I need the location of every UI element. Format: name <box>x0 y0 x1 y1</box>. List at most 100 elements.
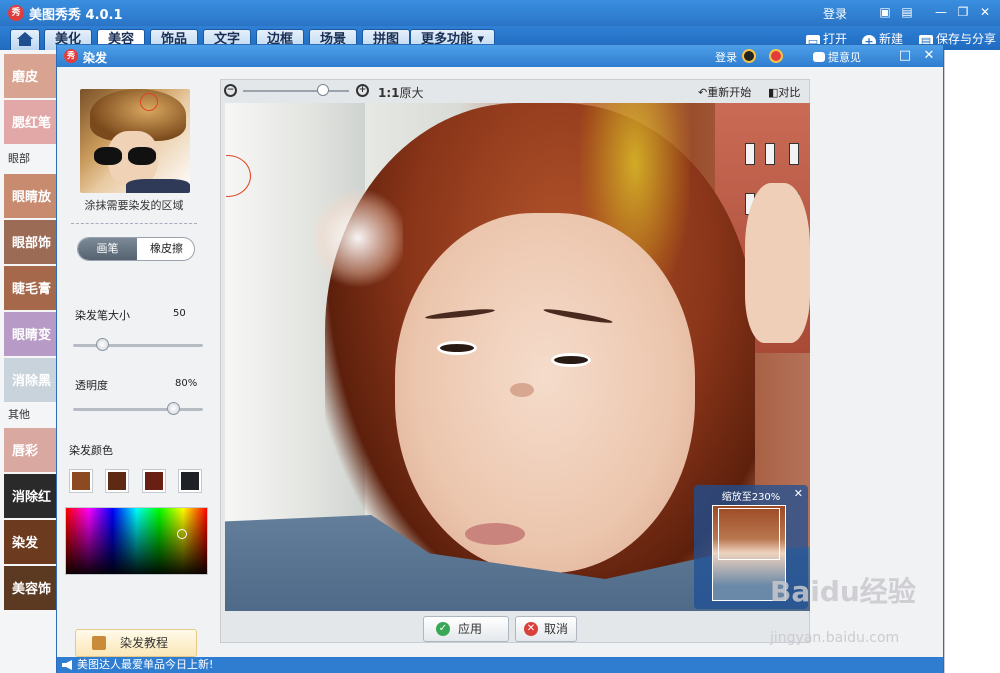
save-share-label: 保存与分享 <box>936 32 997 46</box>
compare-icon: ◧ <box>768 86 779 99</box>
color-picker-handle[interactable] <box>177 529 187 539</box>
sidebar-item-dark-circle[interactable]: 消除黑 <box>4 358 56 402</box>
hair-dye-tutorial-button[interactable]: 染发教程 <box>75 629 197 657</box>
thumb-brush-circle <box>140 93 158 111</box>
navigator-label: 缩放至230% <box>721 492 781 503</box>
photo-nose <box>510 383 534 397</box>
zoom-slider-handle[interactable] <box>317 84 329 96</box>
instruction-text: 涂抹需要染发的区域 <box>84 199 184 212</box>
swatch-fill <box>72 472 90 490</box>
color-swatch-black[interactable] <box>178 469 202 493</box>
compare-button[interactable]: ◧对比 <box>768 84 800 100</box>
sidebar-item-label: 染发 <box>12 536 39 551</box>
photo-light-glare <box>313 183 403 293</box>
undo-icon: ↶ <box>698 86 708 99</box>
dialog-close-icon[interactable]: ✕ <box>921 48 937 64</box>
zoom-in-icon[interactable]: + <box>356 84 369 97</box>
status-bar[interactable]: 美图达人最爱单品今日上新! <box>57 657 943 673</box>
brush-mode-toggle: 画笔 橡皮擦 <box>77 237 195 261</box>
home-icon[interactable] <box>10 29 40 50</box>
color-swatch-burgundy[interactable] <box>142 469 166 493</box>
swatch-fill <box>145 472 163 490</box>
zoom-slider[interactable] <box>243 84 349 96</box>
brush-cursor <box>226 155 251 197</box>
brush-size-slider[interactable] <box>73 338 203 351</box>
hair-color-label: 染发颜色 <box>69 444 113 457</box>
navigator-viewport[interactable] <box>718 508 780 560</box>
feedback-icon[interactable]: ▣ <box>876 4 894 20</box>
status-text: 美图达人最爱单品今日上新! <box>77 658 214 671</box>
color-swatch-brown[interactable] <box>69 469 93 493</box>
sidebar-item-hair-dye[interactable]: 染发 <box>4 520 56 564</box>
divider <box>71 223 197 224</box>
sidebar-item-lip-color[interactable]: 唇彩 <box>4 428 56 472</box>
reset-button[interactable]: ↶重新开始 <box>698 84 751 100</box>
sidebar-item-blush[interactable]: 腮红笔 <box>4 100 56 144</box>
brush-size-slider-handle[interactable] <box>96 338 110 351</box>
app-title: 美图秀秀 4.0.1 <box>29 8 123 23</box>
color-swatch-dark-brown[interactable] <box>105 469 129 493</box>
photo-lips <box>465 523 525 545</box>
feedback-link[interactable]: 提意见 <box>813 49 861 65</box>
app-logo: 秀 <box>8 5 24 21</box>
minimize-icon[interactable]: — <box>932 4 950 20</box>
thumb-glasses <box>94 147 156 165</box>
compare-label: 对比 <box>778 86 801 99</box>
brush-mode-button[interactable]: 画笔 <box>78 238 137 260</box>
sidebar-item-smooth-skin[interactable]: 磨皮 <box>4 54 56 98</box>
sidebar-item-eye-decor[interactable]: 眼部饰 <box>4 220 56 264</box>
chat-bubble-icon <box>813 52 825 62</box>
sidebar-item-label: 眼睛放 <box>12 190 52 205</box>
swatch-fill <box>108 472 126 490</box>
restore-icon[interactable]: ❐ <box>954 4 972 20</box>
qq-icon[interactable] <box>742 49 756 63</box>
opacity-slider-handle[interactable] <box>166 402 180 415</box>
brush-size-label: 染发笔大小 <box>75 309 130 322</box>
sidebar-item-label: 睫毛膏 <box>12 282 52 297</box>
photo-eye <box>551 353 591 367</box>
thumb-shoulder <box>126 179 190 193</box>
actual-size-label: 原大 <box>399 86 424 100</box>
opacity-value: 80% <box>175 378 198 389</box>
close-icon[interactable]: ✕ <box>976 4 994 20</box>
swatch-fill <box>181 472 199 490</box>
example-thumbnail <box>80 89 190 193</box>
canvas-toolbar: − + 1:1原大 ↶重新开始 ◧对比 <box>222 81 808 103</box>
opacity-slider[interactable] <box>73 402 203 415</box>
sidebar-item-red-eye[interactable]: 消除红 <box>4 474 56 518</box>
sidebar-item-eye-enlarge[interactable]: 眼睛放 <box>4 174 56 218</box>
apply-button[interactable]: ✓ 应用 <box>423 616 509 642</box>
cancel-icon: ✕ <box>524 622 538 636</box>
navigator-close-icon[interactable]: ✕ <box>794 487 803 500</box>
section-eye-label: 眼部 <box>8 152 30 165</box>
sidebar-item-mascara[interactable]: 睫毛膏 <box>4 266 56 310</box>
opacity-label: 透明度 <box>75 379 108 392</box>
sidebar-item-label: 眼睛变 <box>12 328 52 343</box>
reset-label: 重新开始 <box>707 86 752 99</box>
zoom-out-icon[interactable]: − <box>224 84 237 97</box>
dialog-logo: 秀 <box>64 49 78 63</box>
brush-size-value: 50 <box>173 308 186 319</box>
dialog-title: 染发 <box>83 51 108 65</box>
dialog-login-link[interactable]: 登录 <box>715 49 737 65</box>
cancel-button[interactable]: ✕ 取消 <box>515 616 577 642</box>
actual-size-button[interactable]: 1:1原大 <box>378 84 424 101</box>
skin-icon[interactable]: ▤ <box>898 4 916 20</box>
sidebar-item-beauty-decor[interactable]: 美容饰 <box>4 566 56 610</box>
zoom-ratio: 1:1 <box>378 86 400 100</box>
speaker-icon <box>62 660 72 670</box>
dialog-titlebar: 秀 染发 登录 提意见 □ ✕ <box>57 45 943 67</box>
sidebar-item-eye-color[interactable]: 眼睛变 <box>4 312 56 356</box>
sidebar-item-label: 唇彩 <box>12 444 39 459</box>
eraser-mode-button[interactable]: 橡皮擦 <box>137 238 194 260</box>
feedback-label: 提意见 <box>828 51 861 64</box>
tutorial-label: 染发教程 <box>120 636 169 650</box>
color-palette[interactable] <box>65 507 208 575</box>
section-other-label: 其他 <box>8 408 30 421</box>
photo-face <box>395 213 695 573</box>
sidebar-item-label: 腮红笔 <box>12 116 52 131</box>
photo-eye <box>437 341 477 355</box>
dialog-maximize-icon[interactable]: □ <box>897 48 913 64</box>
app-login-link[interactable]: 登录 <box>823 5 847 22</box>
weibo-icon[interactable] <box>769 49 783 63</box>
